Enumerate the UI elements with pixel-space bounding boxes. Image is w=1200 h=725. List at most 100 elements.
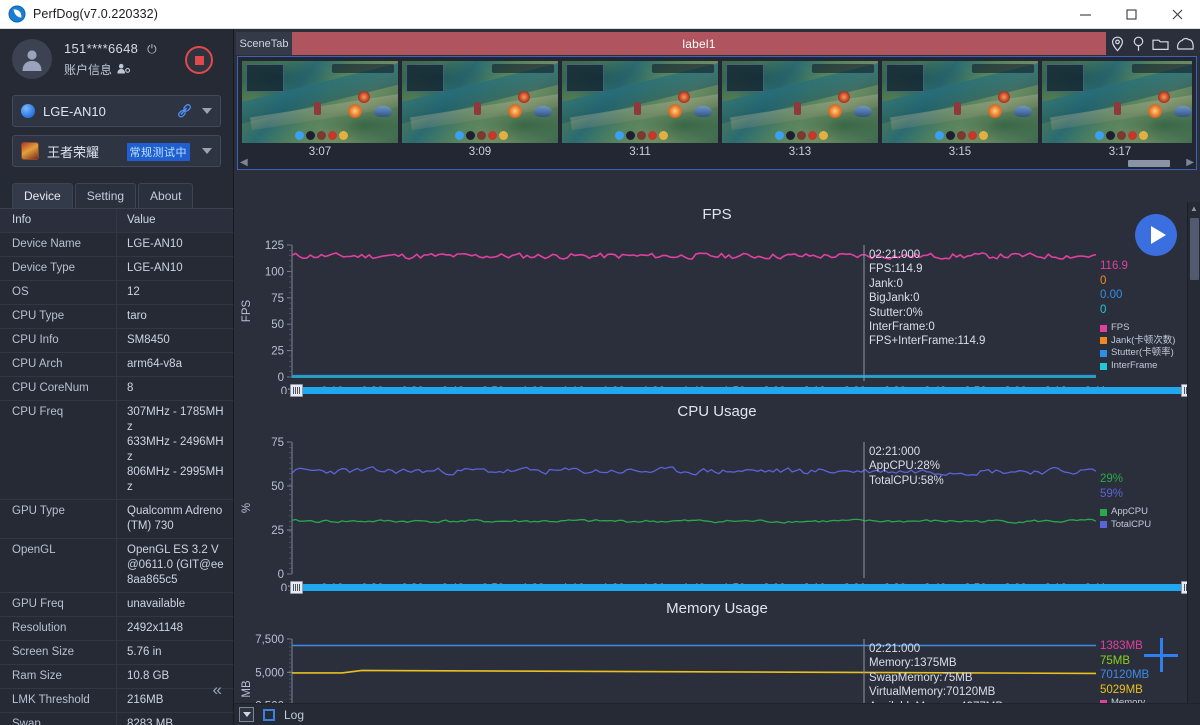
- charts-area: FPS0255075100125FPS0:000:100:200:300:400…: [234, 202, 1200, 725]
- account-info-row[interactable]: 账户信息: [64, 61, 157, 78]
- main-panel: SceneTab label1 3:07 3:09 3:11 3:13 3:15 3:17: [234, 29, 1200, 725]
- thumbnail-hero: [793, 102, 801, 115]
- perfdog-window: PerfDog(v7.0.220332) 151****6648 ⏻ 账户信息 …: [0, 0, 1200, 725]
- thumbnail-hud-top: [332, 64, 394, 73]
- thumbnail-hud-top: [652, 64, 714, 73]
- cloud-icon[interactable]: [1176, 37, 1195, 51]
- plot-area[interactable]: 0255075%0:000:100:200:300:400:501:001:10…: [234, 420, 1200, 591]
- thumbnail-effect-2: [1157, 90, 1170, 103]
- account-id-row: 151****6648 ⏻: [64, 41, 157, 57]
- tab-about[interactable]: About: [138, 183, 194, 208]
- scrubber-handle-left[interactable]: [290, 581, 303, 594]
- minimize-icon[interactable]: [1062, 0, 1108, 29]
- scrubber-track[interactable]: [290, 584, 1194, 591]
- tab-setting[interactable]: Setting: [74, 183, 137, 208]
- charts-vertical-scrollbar[interactable]: ▲: [1187, 202, 1200, 725]
- table-row: Device Type LGE-AN10: [0, 257, 233, 281]
- table-row: CPU Arch arm64-v8a: [0, 353, 233, 377]
- info-key: Screen Size: [0, 641, 117, 664]
- thumbnail-frame[interactable]: [402, 61, 558, 143]
- chevron-down-icon[interactable]: [202, 148, 212, 154]
- current-values: 29% 59%: [1100, 472, 1123, 501]
- legend-item[interactable]: InterFrame: [1100, 360, 1175, 373]
- legend-item[interactable]: TotalCPU: [1100, 519, 1151, 532]
- legend-item[interactable]: Jank(卡顿次数): [1100, 335, 1175, 348]
- thumbnail-time: 3:09: [468, 146, 492, 158]
- legend-item[interactable]: FPS: [1100, 322, 1175, 335]
- vertical-scroll-thumb[interactable]: [1190, 218, 1199, 280]
- power-icon[interactable]: ⏻: [147, 42, 157, 56]
- play-triangle-icon: [1150, 226, 1166, 244]
- expand-panel-button[interactable]: [239, 707, 254, 722]
- account-text: 151****6648 ⏻ 账户信息: [64, 39, 157, 87]
- scrubber-track[interactable]: [290, 387, 1194, 394]
- thumbnail-frame[interactable]: [242, 61, 398, 143]
- stop-record-button[interactable]: [185, 46, 213, 74]
- thumbnail-frame[interactable]: [562, 61, 718, 143]
- series-current-value: 29%: [1100, 473, 1124, 485]
- chevron-down-icon[interactable]: [202, 108, 212, 114]
- thumbnail-object: [1173, 106, 1192, 118]
- info-value: 8283 MB: [127, 718, 174, 725]
- legend-item[interactable]: Stutter(卡顿率): [1100, 347, 1175, 360]
- legend-label: Jank(卡顿次数): [1111, 334, 1176, 346]
- plot-area[interactable]: 0255075100125FPS0:000:100:200:300:400:50…: [234, 223, 1200, 394]
- user-settings-icon[interactable]: [117, 63, 131, 77]
- close-icon[interactable]: [1154, 0, 1200, 29]
- table-row: LMK Threshold 216MB: [0, 689, 233, 713]
- thumbnail-hud-top: [1132, 64, 1192, 73]
- scroll-up-arrow[interactable]: ▲: [1188, 202, 1200, 215]
- app-select[interactable]: 王者荣耀 常规测试中: [12, 135, 221, 167]
- thumbnail-frame[interactable]: [1042, 61, 1192, 143]
- table-row: OS 12: [0, 281, 233, 305]
- thumbnail-hud-bottom: [1095, 131, 1149, 140]
- chart-legend: FPS Jank(卡顿次数) Stutter(卡顿率) InterFrame: [1100, 322, 1175, 372]
- thumbnail-minimap: [886, 64, 924, 92]
- location-pin-icon[interactable]: [1110, 36, 1125, 52]
- svg-text:125: 125: [265, 240, 284, 252]
- table-row: CPU CoreNum 8: [0, 377, 233, 401]
- tab-device[interactable]: Device: [12, 183, 73, 208]
- info-value: arm64-v8a: [127, 358, 182, 370]
- usb-link-icon[interactable]: [177, 104, 192, 122]
- thumbnail-frame[interactable]: [882, 61, 1038, 143]
- chart-2: CPU Usage0255075%0:000:100:200:300:400:5…: [234, 399, 1200, 596]
- thumbnail-frame[interactable]: [722, 61, 878, 143]
- marker-pin-icon[interactable]: [1132, 36, 1145, 52]
- scene-label-bar[interactable]: label1: [292, 32, 1106, 55]
- folder-icon[interactable]: [1151, 37, 1169, 51]
- device-icon: [21, 104, 35, 118]
- chart-title: Memory Usage: [666, 600, 768, 617]
- legend-label: InterFrame: [1111, 359, 1158, 371]
- maximize-icon[interactable]: [1108, 0, 1154, 29]
- scene-tab[interactable]: SceneTab: [236, 32, 292, 55]
- info-value: 12: [127, 286, 140, 298]
- series-current-value: 5029MB: [1100, 683, 1143, 696]
- thumbnail-hero: [633, 102, 641, 115]
- play-button[interactable]: [1135, 214, 1177, 256]
- thumbnail-effect-2: [837, 90, 850, 103]
- title-bar: PerfDog(v7.0.220332): [0, 0, 1200, 29]
- legend-swatch: [1100, 521, 1107, 529]
- device-select[interactable]: LGE-AN10: [12, 95, 221, 127]
- legend-label: AppCPU: [1111, 506, 1148, 517]
- scrubber-handle-left[interactable]: [290, 384, 303, 397]
- scroll-right-arrow[interactable]: ▶: [1186, 157, 1194, 168]
- svg-text:50: 50: [271, 319, 284, 331]
- info-value: Qualcomm Adreno (TM) 730: [127, 505, 223, 532]
- thumbnail-scrollbar[interactable]: [246, 160, 1188, 167]
- avatar[interactable]: [12, 39, 52, 79]
- timeline-scrubber[interactable]: [290, 581, 1194, 594]
- collapse-sidebar-button[interactable]: «: [213, 680, 223, 700]
- log-checkbox[interactable]: [263, 708, 275, 721]
- info-key: Device Type: [0, 257, 117, 280]
- table-row: CPU Type taro: [0, 305, 233, 329]
- scroll-left-arrow[interactable]: ◀: [240, 157, 248, 168]
- table-row: GPU Freq unavailable: [0, 593, 233, 617]
- chart-legend: AppCPU TotalCPU: [1100, 506, 1151, 531]
- timeline-scrubber[interactable]: [290, 384, 1194, 397]
- svg-text:25: 25: [271, 346, 284, 358]
- thumbnail-scroll-thumb[interactable]: [1128, 160, 1170, 167]
- legend-item[interactable]: AppCPU: [1100, 506, 1151, 519]
- info-key: Resolution: [0, 617, 117, 640]
